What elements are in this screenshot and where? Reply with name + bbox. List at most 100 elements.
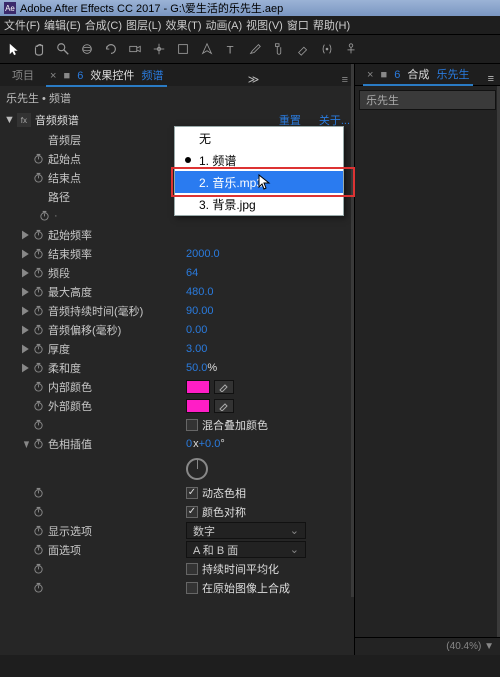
prop-softness: 柔和度 [48, 360, 186, 376]
dropdown-option-2[interactable]: 2. 音乐.mp3 [175, 171, 343, 193]
toolbar: T [0, 34, 500, 64]
audio-layer-dropdown-list: 无 1. 频谱 2. 音乐.mp3 3. 背景.jpg [174, 126, 344, 216]
stopwatch-icon[interactable] [32, 400, 44, 411]
prop-color-sym: 颜色对称 [202, 504, 246, 520]
rotate-tool-icon[interactable] [102, 40, 120, 58]
text-tool-icon[interactable]: T [222, 40, 240, 58]
inner-color-chip[interactable] [186, 380, 210, 394]
stopwatch-icon[interactable] [32, 438, 44, 449]
comp-name-link[interactable]: 乐先生 [436, 69, 469, 81]
stopwatch-icon[interactable] [38, 210, 50, 221]
eyedropper-icon[interactable] [214, 399, 234, 413]
zoom-tool-icon[interactable] [54, 40, 72, 58]
blend-colors-checkbox[interactable] [186, 419, 198, 431]
menu-comp[interactable]: 合成(C) [85, 17, 122, 33]
dur-avg-checkbox[interactable] [186, 563, 198, 575]
camera-tool-icon[interactable] [126, 40, 144, 58]
hand-tool-icon[interactable] [30, 40, 48, 58]
side-option-dropdown[interactable]: A 和 B 面⌄ [186, 541, 306, 558]
effect-breadcrumb: 乐先生 • 频谱 [0, 86, 354, 110]
stopwatch-icon[interactable] [32, 506, 44, 517]
anchor-tool-icon[interactable] [150, 40, 168, 58]
dropdown-option-3[interactable]: 3. 背景.jpg [175, 193, 343, 215]
effect-panel-link-icon: 6 [77, 70, 83, 82]
menu-anim[interactable]: 动画(A) [206, 17, 243, 33]
stopwatch-icon[interactable] [32, 229, 44, 240]
zoom-indicator[interactable]: (40.4%) [446, 641, 481, 652]
stopwatch-icon[interactable] [32, 487, 44, 498]
menu-view[interactable]: 视图(V) [246, 17, 283, 33]
val-audio-off[interactable]: 0.00 [186, 324, 207, 336]
stopwatch-icon[interactable] [32, 286, 44, 297]
pen-tool-icon[interactable] [198, 40, 216, 58]
effect-name: 音频频谱 [35, 112, 79, 128]
stopwatch-icon[interactable] [32, 343, 44, 354]
val-thickness[interactable]: 3.00 [186, 343, 207, 355]
tab-overflow-icon[interactable]: ≫ [248, 73, 260, 86]
stopwatch-icon[interactable] [32, 305, 44, 316]
stopwatch-icon[interactable] [32, 267, 44, 278]
prop-max-height: 最大高度 [48, 284, 186, 300]
stopwatch-icon[interactable] [32, 525, 44, 536]
panel-menu-icon[interactable]: ≡ [342, 74, 348, 86]
menu-effect[interactable]: 效果(T) [165, 17, 201, 33]
ae-logo-icon: Ae [4, 2, 16, 14]
stopwatch-icon[interactable] [32, 419, 44, 430]
flowchart-item[interactable]: 乐先生 [359, 90, 496, 110]
stopwatch-icon[interactable] [32, 563, 44, 574]
panel-menu-icon[interactable]: ≡ [488, 73, 494, 85]
fx-badge-icon: fx [17, 113, 31, 127]
prop-start-point: 起始点 [48, 151, 186, 167]
comp-panel-link-icon: 6 [394, 69, 400, 81]
chevron-down-icon: ⌄ [290, 543, 299, 556]
scrollbar-vertical[interactable] [351, 64, 354, 597]
clone-tool-icon[interactable] [270, 40, 288, 58]
stopwatch-icon[interactable] [32, 582, 44, 593]
prop-outer-color: 外部颜色 [48, 398, 186, 414]
val-audio-dur[interactable]: 90.00 [186, 305, 214, 317]
effect-target-link[interactable]: 频谱 [141, 70, 163, 82]
menu-file[interactable]: 文件(F) [4, 17, 40, 33]
roto-tool-icon[interactable] [318, 40, 336, 58]
stopwatch-icon[interactable] [32, 248, 44, 259]
prop-path: 路径 [48, 189, 186, 205]
tab-project[interactable]: 项目 [4, 64, 42, 86]
eyedropper-icon[interactable] [214, 380, 234, 394]
menu-help[interactable]: 帮助(H) [313, 17, 350, 33]
angle-dial[interactable] [186, 458, 208, 480]
layer-name: 乐先生 [366, 92, 399, 108]
stopwatch-icon[interactable] [32, 381, 44, 392]
val-bands[interactable]: 64 [186, 267, 198, 279]
stopwatch-icon[interactable] [32, 362, 44, 373]
tab-effect-controls[interactable]: × ■ 6 效果控件 频谱 [42, 64, 171, 86]
prop-dyn-hue: 动态色相 [202, 485, 246, 501]
menu-window[interactable]: 窗口 [287, 17, 309, 33]
prop-dur-avg: 持续时间平均化 [202, 561, 279, 577]
stopwatch-icon[interactable] [32, 324, 44, 335]
stopwatch-icon[interactable] [32, 544, 44, 555]
shape-tool-icon[interactable] [174, 40, 192, 58]
prop-inner-color: 内部颜色 [48, 379, 186, 395]
outer-color-chip[interactable] [186, 399, 210, 413]
orig-comp-checkbox[interactable] [186, 582, 198, 594]
menu-edit[interactable]: 编辑(E) [44, 17, 81, 33]
stopwatch-icon[interactable] [32, 172, 44, 183]
val-max-height[interactable]: 480.0 [186, 286, 214, 298]
selection-tool-icon[interactable] [6, 40, 24, 58]
stopwatch-icon[interactable] [32, 153, 44, 164]
color-sym-checkbox[interactable] [186, 506, 198, 518]
menu-layer[interactable]: 图层(L) [126, 17, 161, 33]
eraser-tool-icon[interactable] [294, 40, 312, 58]
display-option-dropdown[interactable]: 数字⌄ [186, 522, 306, 539]
val-end-freq[interactable]: 2000.0 [186, 248, 220, 260]
val-softness[interactable]: 50.0 [186, 362, 207, 374]
brush-tool-icon[interactable] [246, 40, 264, 58]
orbit-tool-icon[interactable] [78, 40, 96, 58]
dropdown-option-none[interactable]: 无 [175, 127, 343, 149]
tab-composition[interactable]: × ■ 6 合成 乐先生 [359, 63, 477, 85]
prop-hue-interp: 色相插值 [48, 436, 186, 452]
dropdown-option-1[interactable]: 1. 频谱 [175, 149, 343, 171]
puppet-tool-icon[interactable] [342, 40, 360, 58]
dynamic-hue-checkbox[interactable] [186, 487, 198, 499]
val-hue-interp[interactable]: 0 [186, 438, 192, 450]
